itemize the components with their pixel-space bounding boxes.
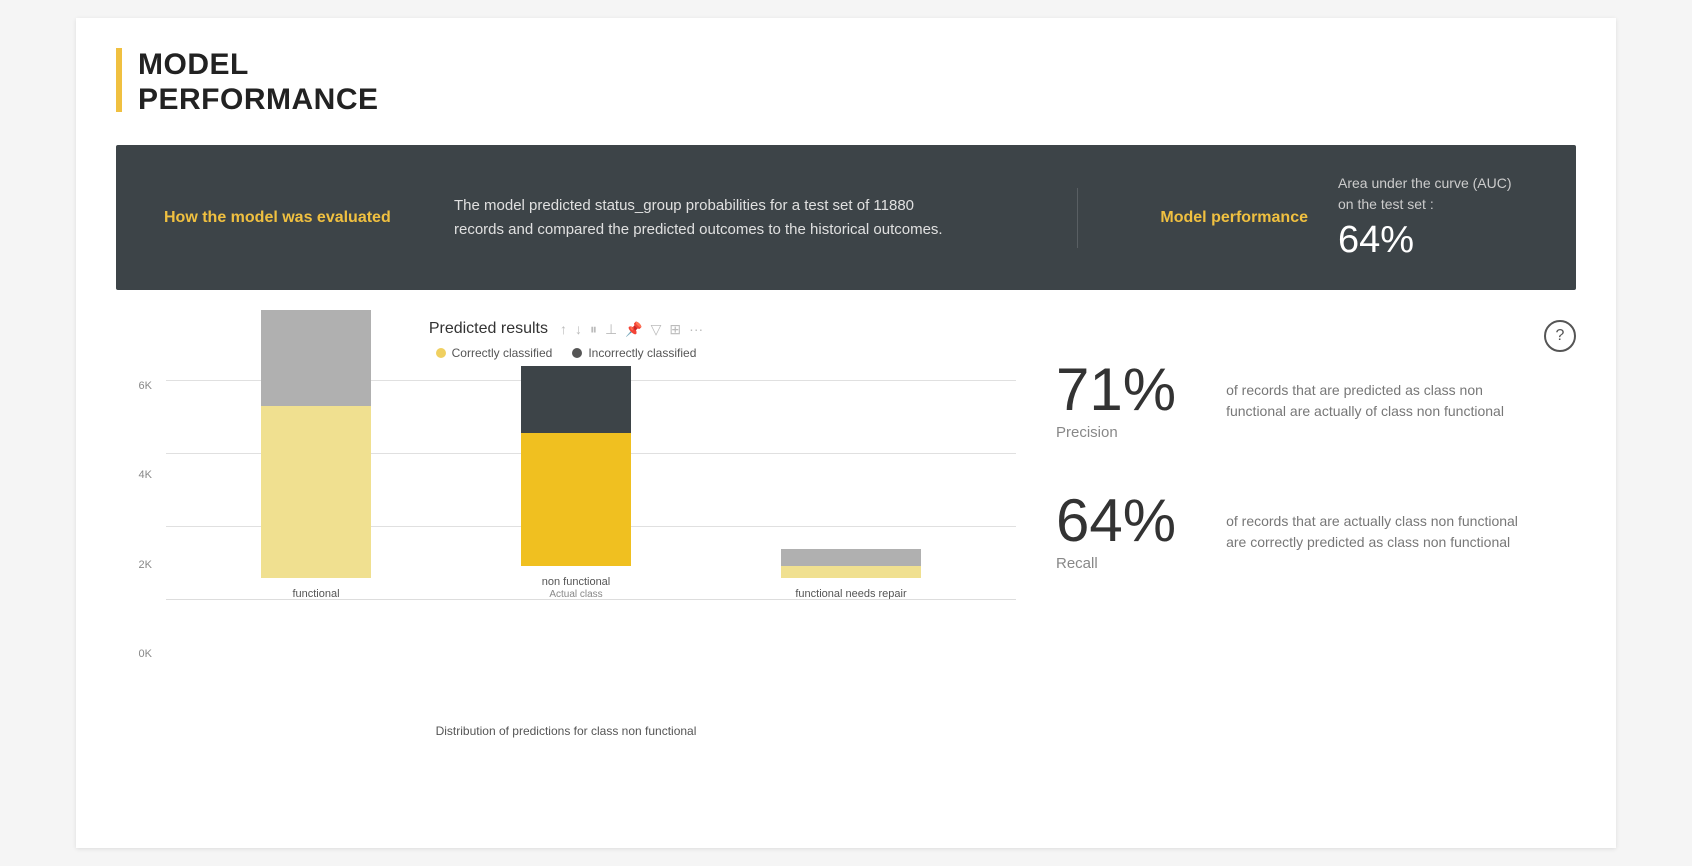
legend-incorrectly-classified: Incorrectly classified	[572, 346, 696, 360]
precision-value: 71%	[1056, 360, 1176, 420]
sort-desc-icon[interactable]: ↓	[575, 321, 582, 337]
anchor-icon[interactable]: ⊥	[605, 321, 617, 338]
recall-description: of records that are actually class non f…	[1226, 511, 1526, 553]
correctly-classified-label: Correctly classified	[452, 346, 553, 360]
chart-title-row: Predicted results ↑ ↓ ⏸ ⊥ 📌 ▽ ⊞ ···	[116, 320, 1016, 338]
correctly-classified-dot	[436, 348, 446, 358]
auc-description: Area under the curve (AUC) on the test s…	[1338, 173, 1528, 215]
recall-value: 64%	[1056, 491, 1176, 551]
chart-caption: Distribution of predictions for class no…	[116, 724, 1016, 738]
header: MODEL PERFORMANCE	[116, 48, 1576, 117]
bar-non-functional-label: non functional Actual class	[542, 576, 611, 600]
page-title: MODEL PERFORMANCE	[138, 48, 379, 117]
precision-row: 71% Precision of records that are predic…	[1056, 360, 1576, 441]
bar-functional-correct	[261, 406, 371, 578]
chart-grid-bars: functional non f	[166, 380, 1016, 660]
bar-repair-correct	[781, 566, 921, 578]
bar-non-functional: non functional Actual class	[521, 366, 631, 600]
grid-icon[interactable]: ⊞	[669, 321, 681, 338]
evaluation-description: The model predicted status_group probabi…	[424, 194, 1027, 242]
auc-value: 64%	[1338, 219, 1528, 262]
bar-functional-stack	[261, 310, 371, 578]
banner-divider	[1077, 188, 1078, 248]
y-label-0k: 0K	[139, 648, 152, 660]
info-banner: How the model was evaluated The model pr…	[116, 145, 1576, 290]
sort-asc-icon[interactable]: ↑	[560, 321, 567, 337]
bar-functional: functional	[261, 310, 371, 600]
y-label-4k: 4K	[139, 469, 152, 481]
bar-repair-incorrect	[781, 549, 921, 566]
chart-toolbar: ↑ ↓ ⏸ ⊥ 📌 ▽ ⊞ ···	[560, 321, 703, 338]
x-axis-line	[166, 599, 1016, 600]
bar-chart-container: 6K 4K 2K 0K	[116, 380, 1016, 720]
precision-description: of records that are predicted as class n…	[1226, 380, 1526, 422]
bar-functional-repair: functional needs repair	[781, 549, 921, 600]
help-icon[interactable]: ?	[1544, 320, 1576, 352]
precision-block: 71% Precision of records that are predic…	[1056, 360, 1576, 441]
bars-container: functional non f	[186, 380, 996, 600]
chart-section: Predicted results ↑ ↓ ⏸ ⊥ 📌 ▽ ⊞ ··· Corr…	[116, 320, 1016, 738]
recall-row: 64% Recall of records that are actually …	[1056, 491, 1576, 572]
precision-value-group: 71% Precision	[1056, 360, 1176, 441]
evaluation-label: How the model was evaluated	[164, 209, 424, 227]
bar-non-functional-correct	[521, 433, 631, 566]
y-label-2k: 2K	[139, 559, 152, 571]
y-axis: 6K 4K 2K 0K	[116, 380, 160, 660]
bar-functional-incorrect	[261, 310, 371, 406]
chart-title: Predicted results	[429, 320, 548, 338]
column-icon[interactable]: ⏸	[590, 321, 597, 338]
bar-non-functional-incorrect	[521, 366, 631, 433]
legend-correctly-classified: Correctly classified	[436, 346, 553, 360]
chart-legend: Correctly classified Incorrectly classif…	[116, 346, 1016, 360]
precision-name: Precision	[1056, 424, 1176, 441]
auc-metric: Area under the curve (AUC) on the test s…	[1308, 173, 1528, 262]
performance-label: Model performance	[1128, 209, 1308, 227]
metrics-panel: ? 71% Precision of records that are pred…	[1056, 320, 1576, 738]
recall-name: Recall	[1056, 555, 1176, 572]
incorrectly-classified-label: Incorrectly classified	[588, 346, 696, 360]
recall-value-group: 64% Recall	[1056, 491, 1176, 572]
page-wrapper: MODEL PERFORMANCE How the model was eval…	[76, 18, 1616, 848]
recall-block: 64% Recall of records that are actually …	[1056, 491, 1576, 572]
more-icon[interactable]: ···	[689, 321, 703, 337]
header-accent-bar	[116, 48, 122, 112]
bar-non-functional-stack	[521, 366, 631, 566]
main-content: Predicted results ↑ ↓ ⏸ ⊥ 📌 ▽ ⊞ ··· Corr…	[116, 320, 1576, 738]
pin-icon[interactable]: 📌	[625, 321, 642, 338]
filter-icon[interactable]: ▽	[651, 321, 662, 338]
incorrectly-classified-dot	[572, 348, 582, 358]
bar-repair-stack	[781, 549, 921, 578]
y-label-6k: 6K	[139, 380, 152, 392]
